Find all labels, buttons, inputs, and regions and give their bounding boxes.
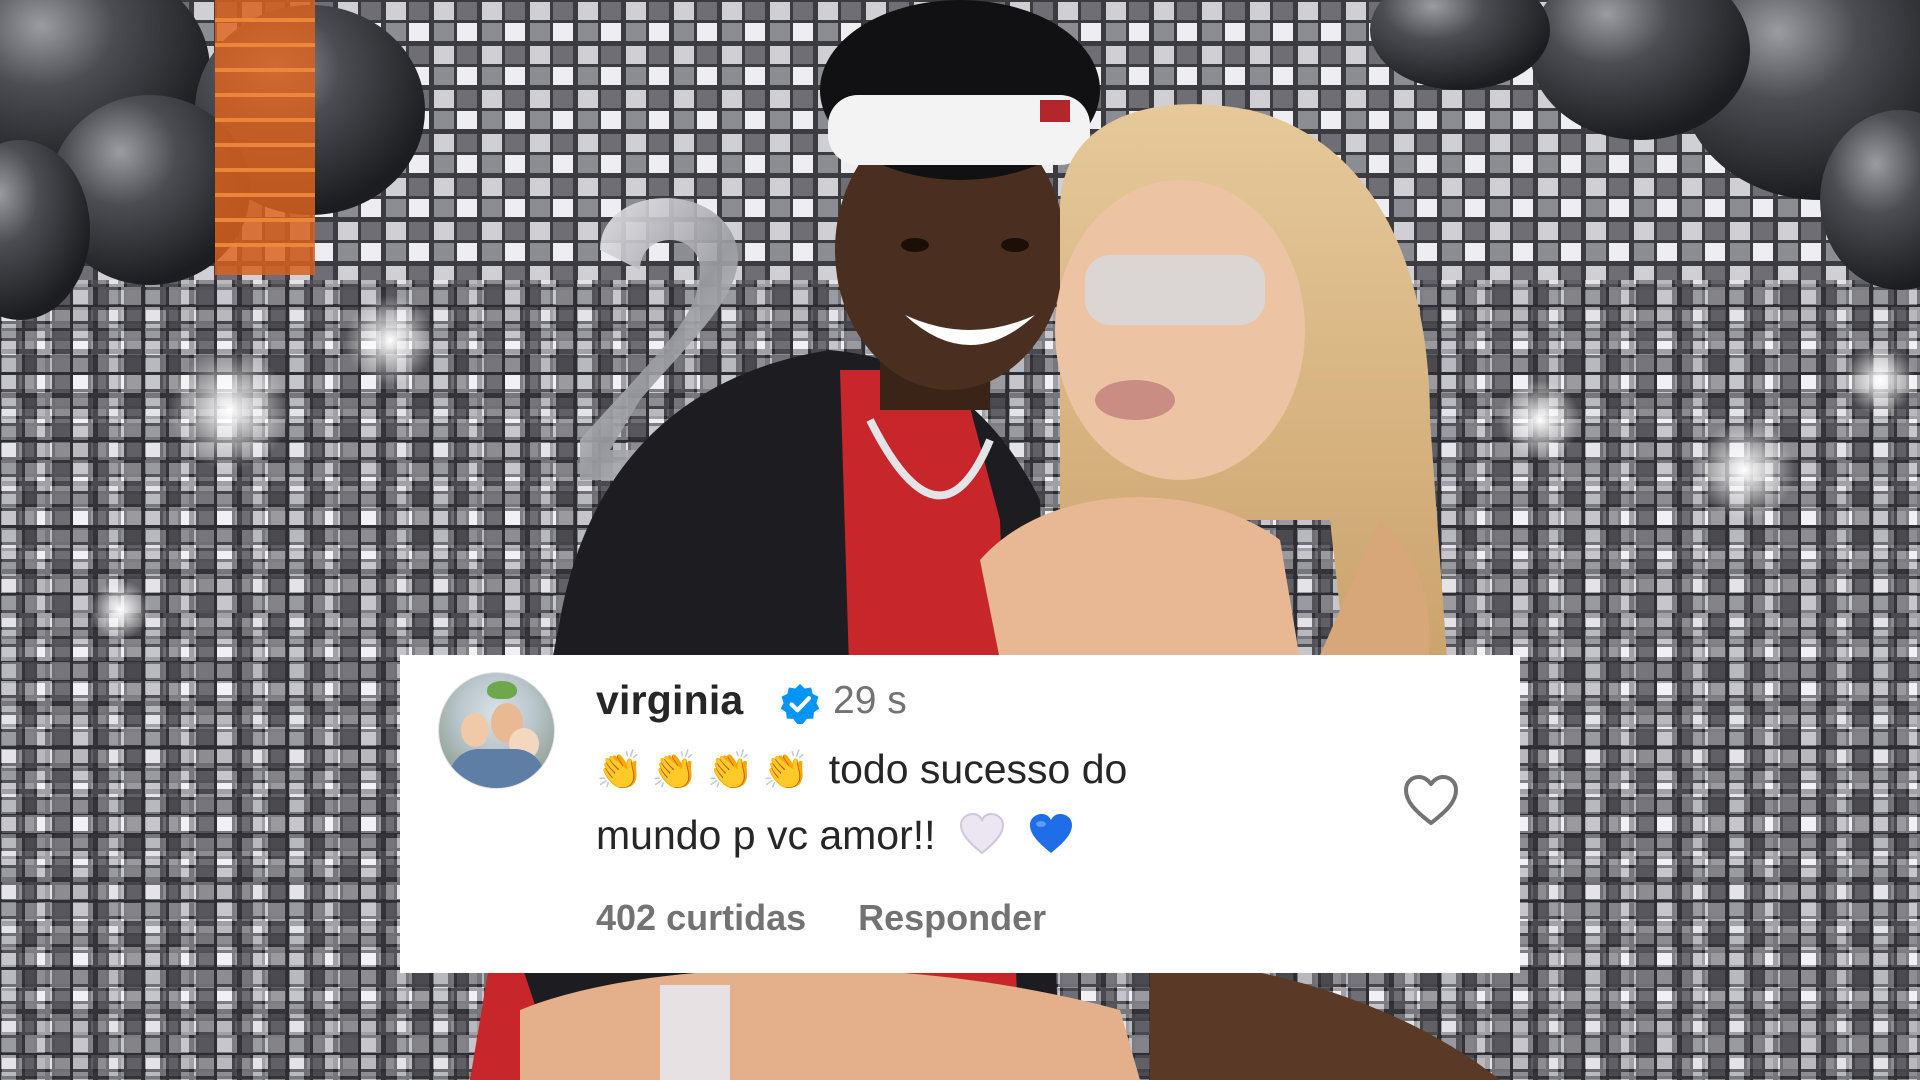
comment-username[interactable]: virginia — [596, 677, 743, 724]
clap-emoji-icon: 👏 — [761, 750, 810, 792]
clap-emoji-icon: 👏 — [706, 750, 754, 792]
avatar[interactable] — [438, 672, 555, 789]
white-heart-icon — [959, 813, 1004, 855]
verified-badge-icon — [780, 684, 820, 724]
reply-button[interactable]: Responder — [858, 897, 1046, 938]
blue-heart-icon — [1030, 814, 1073, 853]
clap-emoji-icon: 👏 — [596, 750, 644, 792]
comment-meta: 402 curtidas Responder — [596, 897, 1046, 939]
likes-count[interactable]: 402 curtidas — [596, 897, 806, 938]
comment-text-line1: todo sucesso do — [828, 746, 1128, 792]
clap-emojis: 👏 👏 👏 👏 — [596, 746, 829, 792]
comment-card: virginia 29 s 👏 👏 👏 👏 todo sucesso do mundo… — [400, 655, 1520, 973]
comment-timestamp: 29 s — [833, 679, 907, 722]
heart-outline-icon[interactable] — [1402, 773, 1460, 827]
comment-text: 👏 👏 👏 👏 todo sucesso do mundo p vc amor!! — [596, 737, 1376, 867]
clap-emoji-icon: 👏 — [651, 750, 699, 792]
comment-text-line2: mundo p vc amor!! — [596, 812, 936, 858]
